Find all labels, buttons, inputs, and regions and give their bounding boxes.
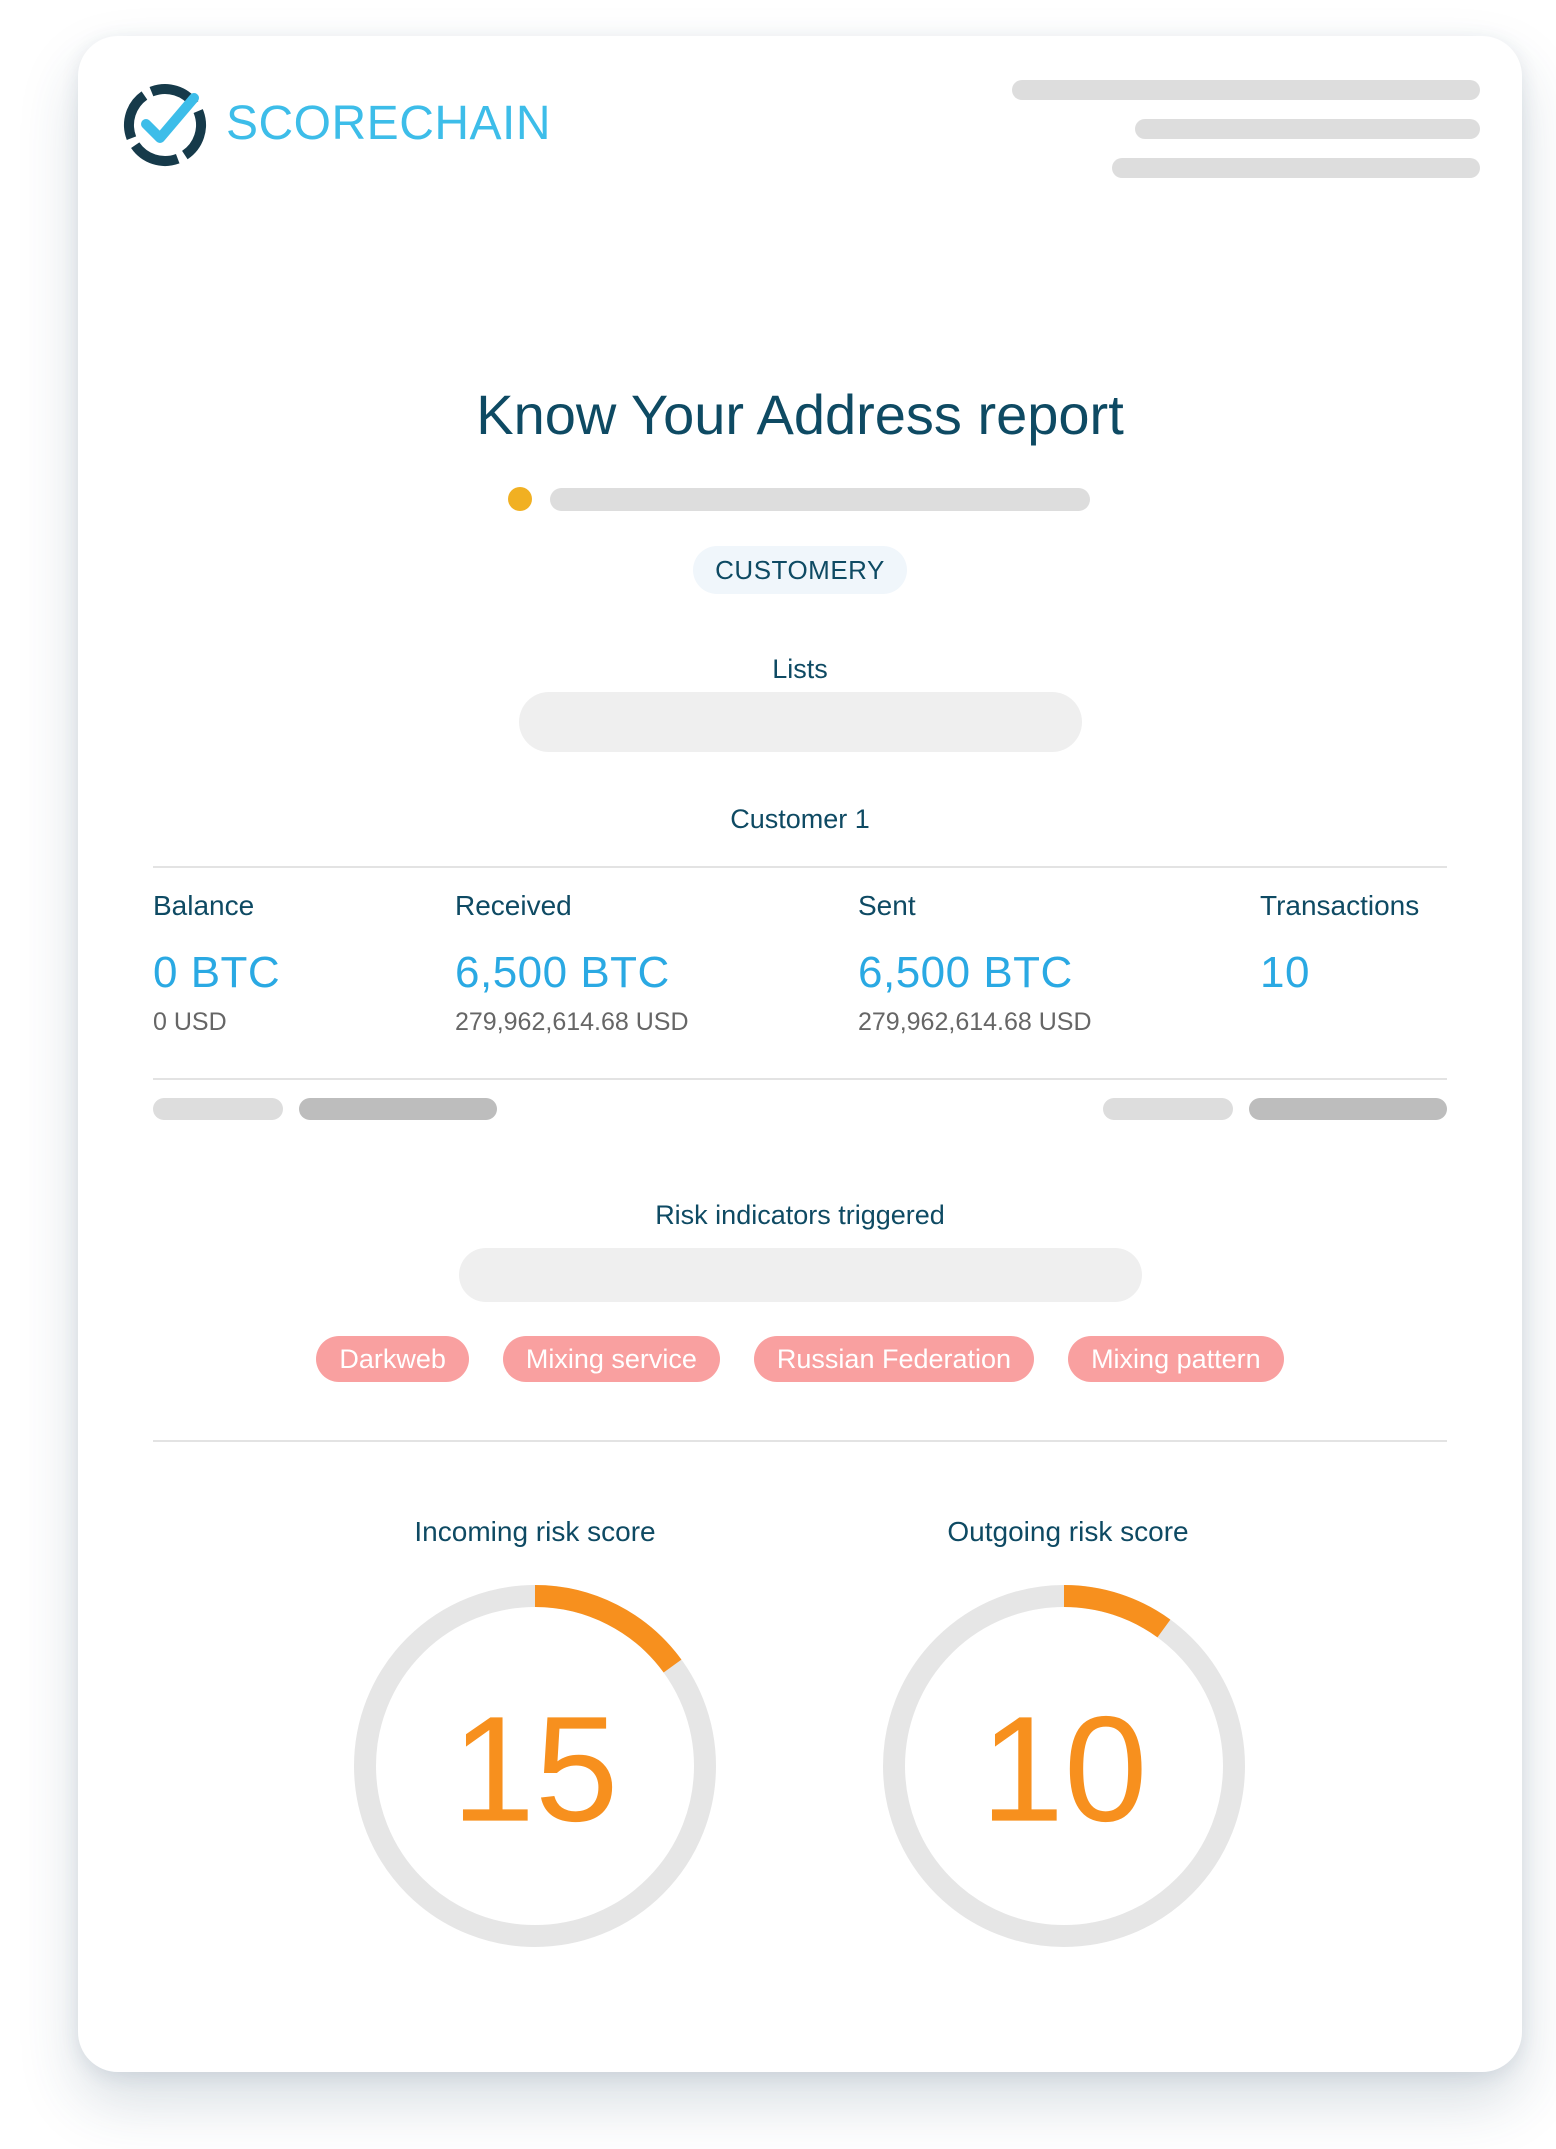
- received-label: Received: [455, 890, 572, 921]
- transactions-label: Transactions: [1260, 890, 1420, 921]
- balance-value: 0 BTC: [153, 948, 281, 997]
- lists-placeholder: [519, 692, 1082, 752]
- brand-name: SCORECHAIN: [226, 96, 552, 150]
- gauge-arc: [1063, 1585, 1171, 1638]
- customer-label: Customer 1: [730, 804, 870, 834]
- outgoing-score-label: Outgoing risk score: [947, 1516, 1189, 1547]
- header-placeholder-line: [1112, 158, 1480, 178]
- incoming-score-label: Incoming risk score: [414, 1516, 656, 1547]
- risk-tag[interactable]: Darkweb: [316, 1336, 469, 1382]
- received-value: 6,500 BTC: [455, 948, 670, 997]
- report-title: Know Your Address report: [476, 383, 1124, 446]
- received-usd: 279,962,614.68 USD: [455, 1008, 689, 1036]
- report-card: SCORECHAIN Know Your Address report CUST…: [78, 36, 1522, 2072]
- gauge-arc: [534, 1585, 682, 1673]
- risk-tag[interactable]: Mixing pattern: [1068, 1336, 1284, 1382]
- outgoing-score-value: 10: [981, 1685, 1148, 1853]
- incoming-score-gauge: 15: [354, 1585, 716, 1947]
- risk-placeholder: [459, 1248, 1142, 1302]
- stats-placeholder: [299, 1098, 497, 1120]
- sent-usd: 279,962,614.68 USD: [858, 1008, 1092, 1036]
- stats-placeholder: [1103, 1098, 1233, 1120]
- brand-logo: SCORECHAIN: [120, 78, 551, 168]
- stat-balance: Balance 0 BTC 0 USD: [153, 890, 280, 1037]
- transactions-value: 10: [1260, 948, 1310, 997]
- stat-sent: Sent 6,500 BTC 279,962,614.68 USD: [858, 890, 1092, 1037]
- lists-label: Lists: [772, 654, 828, 684]
- divider: [153, 866, 1447, 868]
- risk-tag[interactable]: Russian Federation: [753, 1336, 1035, 1382]
- divider: [153, 1078, 1447, 1080]
- incoming-score-value: 15: [452, 1685, 619, 1853]
- header-placeholder-line: [1135, 119, 1480, 139]
- sent-label: Sent: [858, 890, 916, 921]
- header-placeholder-line: [1012, 80, 1480, 100]
- stat-received: Received 6,500 BTC 279,962,614.68 USD: [455, 890, 689, 1037]
- sent-value: 6,500 BTC: [858, 948, 1073, 997]
- balance-usd: 0 USD: [153, 1008, 227, 1036]
- stat-transactions: Transactions 10: [1260, 890, 1419, 998]
- stats-placeholder: [153, 1098, 283, 1120]
- outgoing-score-gauge: 10: [883, 1585, 1245, 1947]
- divider: [153, 1440, 1447, 1442]
- address-placeholder: [550, 488, 1090, 511]
- risk-label: Risk indicators triggered: [655, 1200, 945, 1230]
- balance-label: Balance: [153, 890, 255, 921]
- risk-tag[interactable]: Mixing service: [502, 1336, 720, 1382]
- customer-tag[interactable]: CUSTOMERY: [693, 546, 907, 594]
- risk-tags: Darkweb Mixing service Russian Federatio…: [78, 1336, 1522, 1382]
- check-circle-icon: [124, 84, 206, 166]
- stats-placeholder: [1249, 1098, 1447, 1120]
- status-dot: [508, 487, 532, 511]
